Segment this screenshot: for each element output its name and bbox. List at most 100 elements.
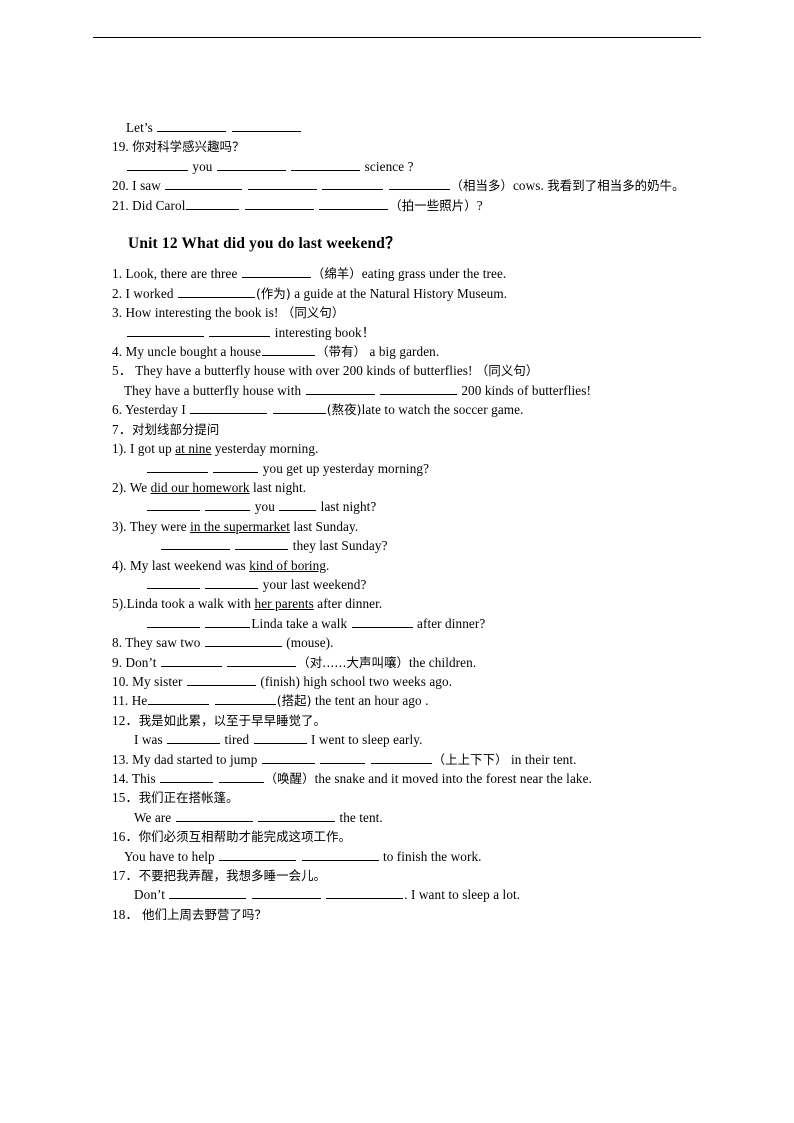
line-text: you — [189, 158, 216, 174]
answer-blank[interactable] — [205, 577, 259, 589]
line-text: 11. He — [112, 693, 148, 709]
answer-blank[interactable] — [322, 178, 384, 191]
answer-blank[interactable] — [272, 402, 326, 415]
answer-blank[interactable] — [177, 286, 255, 298]
line-text: 1). I got up — [112, 441, 176, 457]
answer-blank[interactable] — [235, 538, 289, 551]
answer-blank[interactable] — [351, 616, 413, 628]
chinese-hint: 他们上周去野营了吗？ — [142, 906, 267, 922]
answer-blank[interactable] — [301, 849, 379, 861]
line-text: after dinner. — [313, 596, 383, 612]
exercise-line-q17-answer: Don’t . I want to sleep a lot. — [0, 885, 794, 904]
line-text: 20. I saw — [112, 178, 165, 194]
answer-blank[interactable] — [186, 674, 256, 686]
exercise-line-q14: 14. This （唤醒）the snake and it moved into… — [0, 769, 794, 788]
answer-blank[interactable] — [216, 159, 286, 171]
exercise-line-q5: 5． They have a butterfly house with over… — [0, 361, 794, 380]
answer-blank[interactable] — [205, 500, 251, 512]
line-text — [223, 655, 226, 670]
chinese-hint: （相当多） — [450, 178, 513, 194]
answer-blank[interactable] — [370, 752, 432, 764]
chinese-hint: （绵羊） — [311, 266, 362, 282]
answer-blank[interactable] — [157, 120, 227, 132]
answer-blank[interactable] — [214, 694, 276, 706]
line-text: . I want to sleep a lot. — [404, 887, 521, 903]
answer-blank[interactable] — [218, 771, 264, 783]
exercise-line-q13: 13. My dad started to jump （上上下下） in the… — [0, 750, 794, 769]
line-text — [322, 887, 325, 902]
exercise-line-lets-line: Let’s — [0, 118, 794, 137]
answer-blank[interactable] — [148, 694, 210, 706]
answer-blank[interactable] — [227, 655, 297, 667]
line-text: 5． They have a butterfly house with over… — [112, 363, 476, 379]
exercise-line-q7: 7．对划线部分提问 — [0, 420, 794, 439]
line-text — [297, 849, 300, 864]
line-text — [366, 752, 369, 767]
answer-blank[interactable] — [167, 732, 221, 745]
answer-blank[interactable] — [279, 500, 317, 512]
answer-blank[interactable] — [190, 402, 268, 415]
answer-blank[interactable] — [251, 888, 321, 900]
answer-blank[interactable] — [127, 325, 204, 337]
line-text: eating grass under the tree. — [361, 266, 507, 282]
exercise-line-q3-answer: interesting book！ — [0, 323, 794, 342]
line-text: 4. My uncle bought a house — [112, 344, 262, 360]
answer-blank[interactable] — [388, 178, 450, 191]
answer-blank[interactable] — [147, 577, 200, 589]
answer-blank[interactable] — [379, 383, 457, 395]
answer-blank[interactable] — [258, 810, 336, 822]
exercise-line-q7-3: 3). They were in the supermarket last Su… — [0, 517, 794, 536]
answer-blank[interactable] — [175, 810, 253, 822]
underlined-phrase: at nine — [175, 441, 212, 457]
answer-blank[interactable] — [319, 198, 389, 210]
line-text — [243, 178, 246, 193]
line-text — [315, 198, 318, 213]
line-text — [201, 616, 204, 631]
chinese-hint: (搭起) — [276, 693, 312, 709]
answer-blank[interactable] — [165, 178, 243, 191]
line-text — [287, 159, 290, 174]
exercise-line-q6: 6. Yesterday I (熬夜)late to watch the soc… — [0, 400, 794, 419]
answer-blank[interactable] — [205, 616, 251, 628]
answer-blank[interactable] — [253, 732, 307, 745]
answer-blank[interactable] — [262, 344, 316, 357]
answer-blank[interactable] — [231, 120, 301, 132]
header-rule — [93, 37, 701, 38]
answer-blank[interactable] — [213, 461, 259, 473]
line-text: last Sunday. — [290, 518, 359, 534]
answer-blank[interactable] — [305, 383, 375, 395]
answer-blank[interactable] — [244, 198, 314, 210]
answer-blank[interactable] — [147, 616, 200, 628]
answer-blank[interactable] — [241, 267, 311, 279]
document-content: Let’s 19. 你对科学感兴趣吗？ you science ? 20. I s… — [0, 118, 794, 924]
line-text: 2. I worked — [112, 285, 177, 301]
answer-blank[interactable] — [147, 461, 208, 473]
exercise-line-q9: 9. Don’t （对......大声叫嚷）the children. — [0, 653, 794, 672]
line-text: 200 kinds of butterflies! — [457, 382, 591, 398]
line-text: 6. Yesterday I — [112, 402, 190, 418]
answer-blank[interactable] — [247, 178, 317, 191]
line-text: ? — [476, 197, 483, 213]
line-text: last night? — [317, 499, 377, 515]
answer-blank[interactable] — [127, 159, 188, 171]
answer-blank[interactable] — [160, 771, 214, 783]
answer-blank[interactable] — [161, 538, 230, 551]
answer-blank[interactable] — [160, 655, 222, 667]
line-text: I was — [134, 732, 167, 748]
answer-blank[interactable] — [219, 849, 297, 861]
line-text — [318, 178, 321, 193]
line-text: your last weekend? — [259, 576, 367, 592]
answer-blank[interactable] — [169, 888, 247, 900]
answer-blank[interactable] — [326, 888, 404, 900]
line-text — [201, 577, 204, 592]
answer-blank[interactable] — [147, 500, 200, 512]
answer-blank[interactable] — [204, 635, 282, 648]
line-text — [384, 178, 387, 193]
answer-blank[interactable] — [186, 198, 240, 210]
answer-blank[interactable] — [320, 752, 366, 764]
chinese-hint: （唤醒） — [264, 771, 315, 786]
answer-blank[interactable] — [209, 325, 271, 337]
answer-blank[interactable] — [261, 752, 315, 764]
exercise-line-q7-4-answer: your last weekend? — [0, 575, 794, 594]
answer-blank[interactable] — [291, 159, 361, 171]
